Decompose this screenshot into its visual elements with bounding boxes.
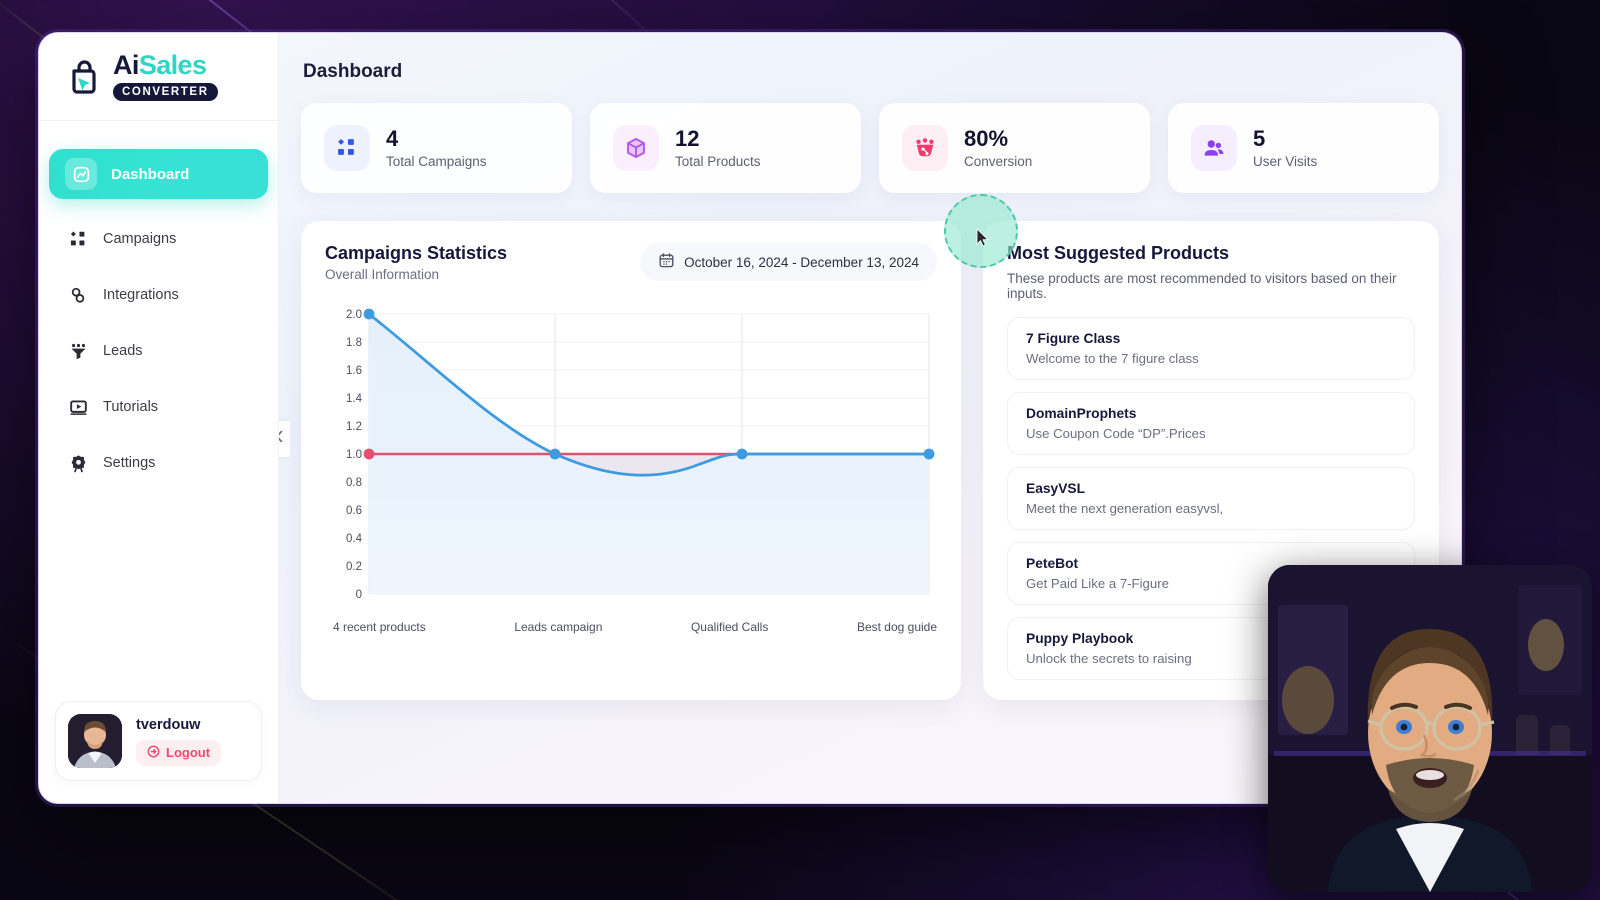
product-description: Welcome to the 7 figure class	[1026, 351, 1199, 366]
stat-value: 80%	[964, 125, 1009, 151]
shopping-bag-cursor-icon	[65, 57, 105, 97]
stat-label: Total Campaigns	[386, 154, 487, 170]
list-item[interactable]: DomainProphets Use Coupon Code “DP”.Pric…	[1007, 392, 1415, 455]
brand-subtitle: CONVERTER	[113, 83, 218, 101]
logout-button[interactable]: Logout	[136, 739, 222, 766]
calendar-icon	[658, 252, 675, 272]
user-name: tverdouw	[136, 716, 201, 733]
sidebar-item-label: Campaigns	[103, 231, 177, 247]
sidebar: AiSales CONVERTER Dashboard Campaigns In…	[39, 33, 279, 803]
video-icon	[67, 396, 89, 418]
integrations-icon	[67, 284, 89, 306]
suggested-subtitle: These products are most recommended to v…	[1007, 271, 1397, 301]
crown-icon	[902, 125, 948, 171]
webcam-overlay	[1268, 565, 1592, 892]
product-name: EasyVSL	[1026, 481, 1086, 496]
brand-logo[interactable]: AiSales CONVERTER	[39, 33, 278, 121]
sidebar-item-leads[interactable]: Leads	[55, 329, 262, 373]
brand-name: AiSales	[113, 50, 207, 81]
product-description: Meet the next generation easyvsl,	[1026, 501, 1224, 516]
grid-icon	[67, 228, 89, 250]
app-window: AiSales CONVERTER Dashboard Campaigns In…	[38, 32, 1462, 804]
svg-text:1.8: 1.8	[346, 337, 362, 349]
svg-text:0.6: 0.6	[346, 505, 362, 517]
svg-text:2.0: 2.0	[346, 309, 362, 321]
dashboard-icon	[65, 158, 97, 190]
sidebar-item-campaigns[interactable]: Campaigns	[55, 217, 262, 261]
date-range-label: October 16, 2024 - December 13, 2024	[684, 254, 919, 270]
stat-label: User Visits	[1253, 154, 1318, 170]
product-description: Use Coupon Code “DP”.Prices	[1026, 426, 1206, 441]
sidebar-item-tutorials[interactable]: Tutorials	[55, 385, 262, 429]
list-item[interactable]: EasyVSL Meet the next generation easyvsl…	[1007, 467, 1415, 530]
avatar	[68, 714, 122, 768]
stat-card-user-visits[interactable]: 5 User Visits	[1168, 103, 1439, 193]
logout-label: Logout	[166, 745, 211, 760]
chart-x-label: 4 recent products	[333, 620, 426, 634]
sidebar-item-integrations[interactable]: Integrations	[55, 273, 262, 317]
svg-text:1.6: 1.6	[346, 365, 362, 377]
stat-value: 12	[675, 125, 700, 151]
stat-card-conversion[interactable]: 80% Conversion	[879, 103, 1150, 193]
chart-header: Campaigns Statistics Overall Information…	[325, 243, 937, 282]
stat-value: 4	[386, 125, 399, 151]
box-icon	[613, 125, 659, 171]
stats-row: 4 Total Campaigns 12 Total Products 80% …	[301, 103, 1439, 193]
chevron-left-icon	[279, 430, 284, 448]
chart-x-label: Best dog guide	[856, 620, 937, 634]
product-name: 7 Figure Class	[1026, 331, 1121, 346]
sidebar-item-label: Dashboard	[111, 165, 190, 183]
svg-text:1.4: 1.4	[346, 393, 363, 405]
chart-x-tick-labels: 4 recent products Leads campaign Qualifi…	[325, 620, 937, 634]
sidebar-item-settings[interactable]: Settings	[55, 441, 262, 485]
stat-card-total-campaigns[interactable]: 4 Total Campaigns	[301, 103, 572, 193]
sidebar-collapse-button[interactable]	[279, 421, 290, 457]
funnel-icon	[67, 340, 89, 362]
chart-x-label: Leads campaign	[514, 620, 603, 634]
stat-label: Total Products	[675, 154, 761, 170]
svg-text:1.0: 1.0	[346, 449, 362, 461]
line-chart[interactable]: 2.0 1.8 1.6 1.4 1.2 1.0 0.8 0.6 0.4 0.2 …	[325, 306, 937, 616]
list-item[interactable]: 7 Figure Class Welcome to the 7 figure c…	[1007, 317, 1415, 380]
sidebar-item-dashboard[interactable]: Dashboard	[49, 149, 268, 199]
stat-label: Conversion	[964, 154, 1033, 170]
campaigns-statistics-panel: Campaigns Statistics Overall Information…	[301, 221, 961, 700]
page-title: Dashboard	[303, 61, 403, 82]
chart-title: Campaigns Statistics	[325, 243, 508, 263]
grid-icon	[324, 125, 370, 171]
users-icon	[1191, 125, 1237, 171]
sidebar-item-label: Tutorials	[103, 399, 159, 415]
svg-text:0.2: 0.2	[346, 561, 362, 573]
date-range-picker[interactable]: October 16, 2024 - December 13, 2024	[640, 243, 937, 281]
product-name: DomainProphets	[1026, 406, 1137, 421]
sidebar-nav: Dashboard Campaigns Integrations Leads T…	[39, 121, 278, 701]
chart-area: 2.0 1.8 1.6 1.4 1.2 1.0 0.8 0.6 0.4 0.2 …	[325, 306, 937, 656]
chart-subtitle: Overall Information	[325, 267, 440, 282]
suggested-title: Most Suggested Products	[1007, 243, 1230, 263]
chart-x-label: Qualified Calls	[690, 620, 769, 634]
sidebar-item-label: Integrations	[103, 287, 179, 303]
gear-icon	[67, 452, 89, 474]
stat-value: 5	[1253, 125, 1266, 151]
svg-text:0.4: 0.4	[346, 533, 363, 545]
svg-text:0.8: 0.8	[346, 477, 362, 489]
chart-y-tick-labels: 2.0 1.8 1.6 1.4 1.2 1.0 0.8 0.6 0.4 0.2 …	[346, 309, 363, 601]
sidebar-item-label: Settings	[103, 455, 156, 471]
user-card: tverdouw Logout	[55, 701, 262, 781]
stat-card-total-products[interactable]: 12 Total Products	[590, 103, 861, 193]
svg-text:0: 0	[356, 589, 362, 601]
logout-icon	[147, 745, 160, 761]
chart-markers-pink	[363, 448, 375, 460]
svg-text:1.2: 1.2	[346, 421, 362, 433]
sidebar-item-label: Leads	[103, 343, 143, 359]
